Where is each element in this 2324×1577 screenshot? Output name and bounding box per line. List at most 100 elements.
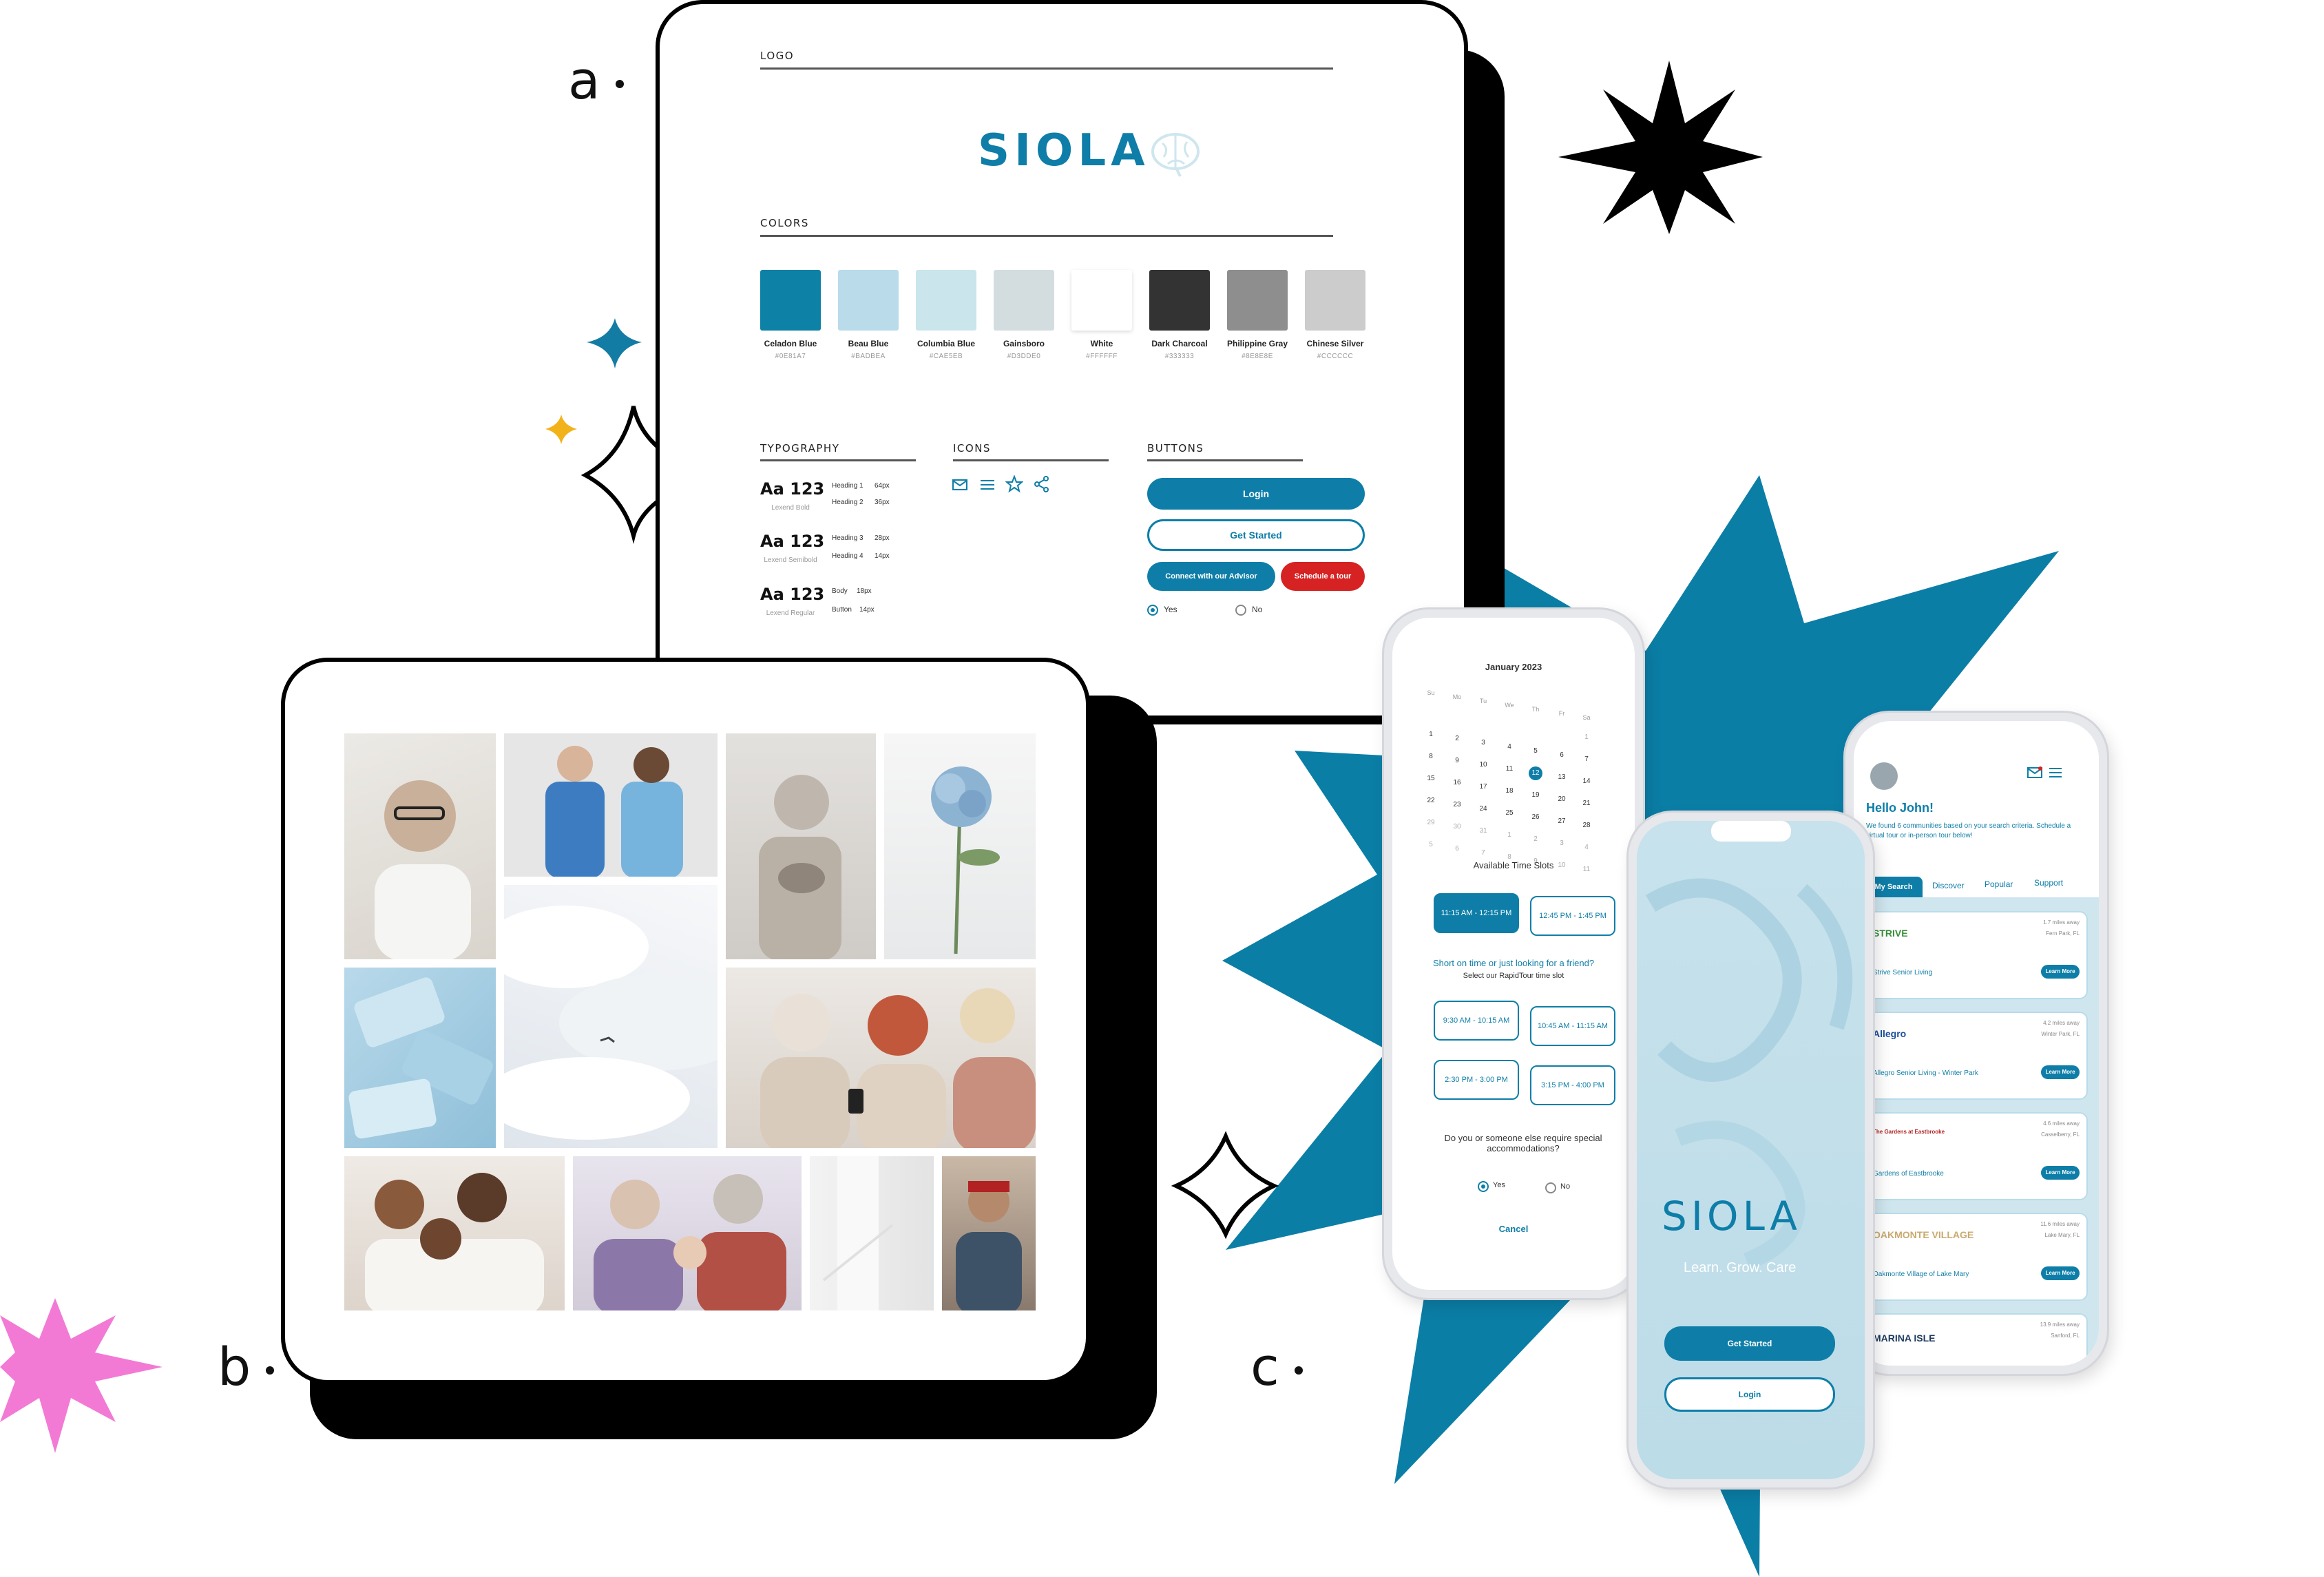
cancel-link[interactable]: Cancel (1392, 1224, 1635, 1234)
photo-woman-with-cat (726, 733, 876, 959)
calendar-day[interactable]: 6 (1551, 751, 1572, 759)
photo-hydrangea (884, 733, 1036, 959)
learn-more-button[interactable]: Learn More (2041, 1166, 2080, 1180)
time-slot[interactable]: 12:45 PM - 1:45 PM (1530, 896, 1615, 936)
mail-icon[interactable] (952, 478, 968, 492)
calendar-day[interactable]: 10 (1473, 761, 1494, 769)
share-icon[interactable] (1033, 475, 1051, 493)
tab-my-search[interactable]: My Search (1865, 877, 1923, 897)
calendar-day[interactable]: 6 (1447, 845, 1467, 853)
phone-search: Hello John! We found 6 communities based… (1845, 713, 2107, 1374)
yes-radio[interactable] (1478, 1181, 1489, 1192)
menu-icon[interactable] (979, 478, 996, 492)
color-swatch-hex: #0E81A7 (775, 353, 806, 360)
calendar-day[interactable]: 23 (1447, 801, 1467, 808)
calendar-day[interactable]: 7 (1576, 755, 1597, 763)
calendar-day[interactable]: 5 (1525, 747, 1546, 755)
color-swatch-hex: #333333 (1164, 353, 1195, 360)
calendar-day[interactable]: 27 (1551, 817, 1572, 825)
learn-more-button[interactable]: Learn More (2041, 965, 2080, 979)
calendar-day[interactable]: 25 (1499, 809, 1520, 817)
calendar-weekday: Th (1531, 706, 1540, 713)
calendar-day[interactable]: 1 (1421, 731, 1441, 738)
no-radio[interactable] (1235, 605, 1246, 616)
community-card[interactable]: MARINA ISLE 13.9 miles away Sanford, FL (1863, 1313, 2088, 1366)
photo-nurses (504, 733, 718, 877)
calendar-day[interactable]: 4 (1499, 743, 1520, 751)
calendar-day[interactable]: 4 (1576, 844, 1597, 851)
learn-more-button[interactable]: Learn More (2041, 1065, 2080, 1079)
calendar-day[interactable]: 2 (1447, 735, 1467, 742)
community-name[interactable]: Allegro Senior Living - Winter Park (1873, 1069, 1978, 1077)
calendar-day[interactable]: 17 (1473, 783, 1494, 791)
type-font-name: Lexend Bold (771, 504, 810, 512)
community-name[interactable]: Strive Senior Living (1873, 969, 1932, 977)
login-button[interactable]: Login (1664, 1377, 1835, 1412)
rapid-slot[interactable]: 2:30 PM - 3:00 PM (1434, 1060, 1519, 1100)
learn-more-button[interactable]: Learn More (2041, 1266, 2080, 1280)
calendar-day[interactable]: 22 (1421, 797, 1441, 804)
moodboard-tablet (281, 658, 1090, 1384)
style-guide-tablet: LOGO SIOLA COLORS Celadon Blue #0E81A7 Bea… (656, 0, 1468, 720)
calendar-day[interactable]: 15 (1421, 775, 1441, 782)
calendar-day[interactable]: 11 (1499, 765, 1520, 773)
tab-popular[interactable]: Popular (1985, 879, 2013, 889)
tab-support[interactable]: Support (2034, 878, 2063, 888)
avatar[interactable] (1870, 762, 1898, 790)
yes-radio-label: Yes (1164, 605, 1177, 614)
color-swatch-name: Dark Charcoal (1151, 339, 1208, 348)
calendar-day[interactable]: 14 (1576, 777, 1597, 785)
tab-discover[interactable]: Discover (1932, 881, 1965, 890)
menu-icon[interactable] (2048, 766, 2063, 779)
calendar-weekday: Fr (1558, 710, 1565, 717)
yes-radio[interactable] (1147, 605, 1158, 616)
calendar-day[interactable]: 13 (1551, 773, 1572, 781)
community-name[interactable]: Gardens of Eastbrooke (1873, 1170, 1944, 1178)
calendar-day[interactable]: 1 (1576, 733, 1597, 741)
calendar-day[interactable]: 19 (1525, 791, 1546, 799)
calendar-day[interactable]: 30 (1447, 823, 1467, 831)
community-card[interactable]: OAKMONTE VILLAGE 11.6 miles away Lake Mary… (1863, 1213, 2088, 1301)
calendar-day[interactable]: 2 (1525, 835, 1546, 843)
community-name[interactable]: Oakmonte Village of Lake Mary (1873, 1271, 1969, 1278)
no-radio-label: No (1252, 605, 1263, 614)
calendar-day[interactable]: 18 (1499, 787, 1520, 795)
calendar-day[interactable]: 5 (1421, 841, 1441, 848)
calendar-day[interactable]: 3 (1551, 839, 1572, 847)
calendar-day[interactable]: 28 (1576, 822, 1597, 829)
calendar-day[interactable]: 26 (1525, 813, 1546, 821)
get-started-button[interactable]: Get Started (1147, 519, 1365, 551)
no-radio[interactable] (1545, 1182, 1556, 1193)
schedule-tour-button[interactable]: Schedule a tour (1281, 562, 1365, 591)
rapid-slot[interactable]: 10:45 AM - 11:15 AM (1530, 1006, 1615, 1046)
connect-advisor-button[interactable]: Connect with our Advisor (1147, 562, 1275, 591)
calendar-day[interactable]: 3 (1473, 739, 1494, 746)
community-card[interactable]: STRIVE 1.7 miles away Fern Park, FL Strive … (1863, 911, 2088, 999)
calendar-day[interactable]: 31 (1473, 827, 1494, 835)
community-card[interactable]: The Gardens at Eastbrooke 4.6 miles away C… (1863, 1112, 2088, 1200)
community-card[interactable]: Allegro 4.2 miles away Winter Park, FL Alle… (1863, 1012, 2088, 1100)
star-icon[interactable] (1005, 475, 1023, 493)
rapid-slot[interactable]: 9:30 AM - 10:15 AM (1434, 1001, 1519, 1041)
photo-senior-woman-glasses (344, 733, 496, 959)
calendar-day[interactable]: 1 (1499, 831, 1520, 839)
calendar-day[interactable]: 21 (1576, 800, 1597, 807)
time-slot-selected[interactable]: 11:15 AM - 12:15 PM (1434, 893, 1519, 933)
calendar-day[interactable]: 20 (1551, 795, 1572, 803)
login-button[interactable]: Login (1147, 478, 1365, 510)
get-started-button[interactable]: Get Started (1664, 1326, 1835, 1361)
community-distance: 13.9 miles away (2040, 1322, 2080, 1328)
yellow-sparkle-icon (545, 415, 577, 444)
calendar-day[interactable]: 29 (1421, 819, 1441, 826)
calendar-day[interactable]: 24 (1473, 805, 1494, 813)
calendar-day[interactable]: 7 (1473, 849, 1494, 857)
calendar-day[interactable]: 16 (1447, 779, 1467, 786)
calendar-day[interactable]: 9 (1447, 757, 1467, 764)
calendar-day[interactable]: 8 (1421, 753, 1441, 760)
rapid-slot[interactable]: 3:15 PM - 4:00 PM (1530, 1065, 1615, 1105)
color-swatch-name: Beau Blue (848, 339, 889, 348)
calendar-day[interactable]: 12 (1525, 769, 1546, 777)
community-logo: The Gardens at Eastbrooke (1873, 1129, 1945, 1135)
type-row-name: Button (832, 606, 852, 614)
mail-icon[interactable] (2027, 766, 2042, 779)
